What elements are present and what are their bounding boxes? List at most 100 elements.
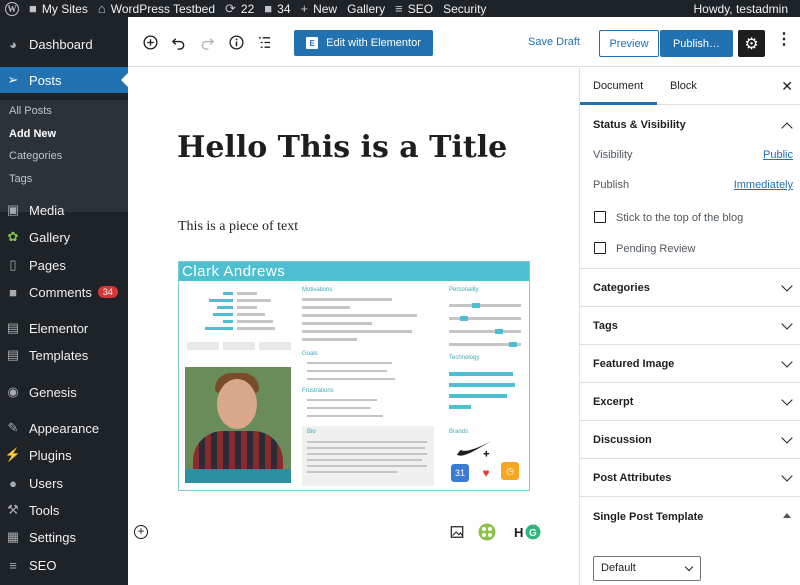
- add-block-inline-icon[interactable]: +: [134, 525, 148, 539]
- chevron-down-icon[interactable]: [781, 318, 793, 330]
- settings-button[interactable]: ⚙: [738, 30, 765, 57]
- seo-menu[interactable]: ≡ SEO: [395, 0, 433, 17]
- sidebar-item-label: Elementor: [29, 320, 89, 336]
- chevron-down-icon[interactable]: [781, 356, 793, 368]
- bio-box: Bio: [302, 426, 434, 486]
- media-icon: ▣: [6, 202, 20, 217]
- sidebar-item-seo[interactable]: ≡ SEO: [0, 552, 128, 578]
- paragraph-block[interactable]: This is a piece of text: [178, 219, 298, 235]
- submenu-categories[interactable]: Categories: [9, 150, 62, 162]
- account-menu[interactable]: Howdy, testadmin: [694, 0, 788, 17]
- seo-label: SEO: [407, 1, 434, 16]
- chevron-down-icon[interactable]: [781, 470, 793, 482]
- sidebar-item-settings[interactable]: ▦ Settings: [0, 524, 128, 550]
- security-label: Security: [443, 1, 487, 16]
- template-select[interactable]: Default: [593, 556, 701, 581]
- info-icon[interactable]: [227, 33, 245, 51]
- excerpt-section[interactable]: Excerpt: [580, 383, 800, 421]
- featured-image-section[interactable]: Featured Image: [580, 345, 800, 383]
- site-name-menu[interactable]: ⌂ WordPress Testbed: [98, 0, 215, 17]
- single-post-template-section[interactable]: Single Post Template: [580, 497, 800, 539]
- timer-logo-icon: ◷: [501, 462, 519, 480]
- persona-name: Clark Andrews: [179, 262, 529, 281]
- home-icon: ⌂: [97, 1, 106, 16]
- sidebar-item-label: Genesis: [29, 384, 77, 400]
- status-visibility-toggle[interactable]: Status & Visibility: [593, 119, 686, 131]
- sidebar-item-appearance[interactable]: ✎ Appearance: [0, 415, 128, 441]
- image-block-icon[interactable]: [448, 523, 466, 541]
- close-icon[interactable]: ✕: [781, 78, 793, 95]
- sidebar-item-plugins[interactable]: ⚡ Plugins: [0, 442, 128, 468]
- sidebar-item-label: Plugins: [29, 447, 72, 463]
- edit-with-elementor-button[interactable]: E Edit with Elementor: [294, 30, 433, 56]
- comments-menu[interactable]: ■ 34: [264, 0, 290, 17]
- gallery-menu[interactable]: Gallery: [347, 0, 385, 17]
- publish-button[interactable]: Publish…: [660, 30, 733, 57]
- updates-menu[interactable]: ⟳ 22: [225, 0, 254, 17]
- more-options-icon[interactable]: ⋮: [776, 32, 792, 48]
- pin-icon: ➢: [7, 72, 19, 87]
- pending-review-checkbox[interactable]: [594, 242, 606, 254]
- sidebar-item-templates[interactable]: ▤ Templates: [0, 342, 128, 368]
- settings-icon: ▦: [6, 529, 20, 544]
- stick-to-top-checkbox[interactable]: [594, 211, 606, 223]
- preview-button[interactable]: Preview: [599, 30, 659, 57]
- undo-icon[interactable]: [169, 33, 187, 51]
- hg-block-icon[interactable]: HG: [514, 523, 542, 541]
- sidebar-item-genesis[interactable]: ◉ Genesis: [0, 379, 128, 405]
- publish-date-link[interactable]: Immediately: [734, 179, 793, 191]
- new-content-menu[interactable]: + New: [301, 0, 338, 17]
- redo-icon[interactable]: [198, 33, 216, 51]
- post-attributes-section[interactable]: Post Attributes: [580, 459, 800, 497]
- chevron-down-icon[interactable]: [781, 394, 793, 406]
- sidebar-item-dashboard[interactable]: ◕ Dashboard: [0, 31, 128, 57]
- sidebar-item-users[interactable]: ● Users: [0, 470, 128, 496]
- triangle-up-icon[interactable]: [783, 513, 791, 518]
- add-block-icon[interactable]: [141, 33, 159, 51]
- section-motivations: Motivations: [302, 287, 333, 293]
- sidebar-item-posts[interactable]: ➢ Posts: [0, 67, 128, 93]
- updates-count: 22: [240, 1, 255, 16]
- tab-block[interactable]: Block: [670, 80, 697, 92]
- sidebar-item-media[interactable]: ▣ Media: [0, 197, 128, 223]
- submenu-all-posts[interactable]: All Posts: [9, 105, 52, 117]
- persona-photo: [185, 367, 291, 483]
- persona-image-block[interactable]: Clark Andrews Motivations Goals Frustrat…: [178, 261, 530, 491]
- chevron-down-icon[interactable]: [781, 432, 793, 444]
- new-label: New: [313, 1, 338, 16]
- panel-tabs: Document Block ✕: [580, 68, 800, 105]
- visibility-link[interactable]: Public: [763, 149, 793, 161]
- sidebar-item-tools[interactable]: ⚒ Tools: [0, 497, 128, 523]
- sidebar-item-pages[interactable]: ▯ Pages: [0, 252, 128, 278]
- chevron-down-icon[interactable]: [781, 280, 793, 292]
- chevron-up-icon[interactable]: [781, 122, 793, 134]
- wp-logo-menu[interactable]: W: [5, 0, 19, 17]
- gallery-block-icon[interactable]: [478, 523, 496, 541]
- editor-canvas: Hello This is a Title This is a piece of…: [128, 68, 579, 585]
- wordpress-logo-icon: W: [5, 1, 19, 16]
- sidebar-item-elementor[interactable]: ▤ Elementor: [0, 315, 128, 341]
- seo-icon: ≡: [395, 1, 403, 16]
- sidebar-item-label: SEO: [29, 557, 57, 573]
- submenu-tags[interactable]: Tags: [9, 173, 32, 185]
- site-name-label: WordPress Testbed: [110, 1, 216, 16]
- sidebar-item-label: Templates: [29, 347, 89, 363]
- user-icon: ●: [9, 475, 17, 491]
- seo-icon: ≡: [9, 557, 17, 573]
- sidebar-item-comments[interactable]: ■ Comments 34: [0, 279, 128, 305]
- submenu-add-new[interactable]: Add New: [9, 128, 56, 140]
- categories-title: Categories: [593, 282, 650, 294]
- save-draft-button[interactable]: Save Draft: [528, 36, 580, 48]
- sidebar-item-gallery[interactable]: ✿ Gallery: [0, 224, 128, 250]
- my-sites-menu[interactable]: ■ My Sites: [29, 0, 88, 17]
- tags-title: Tags: [593, 320, 618, 332]
- discussion-section[interactable]: Discussion: [580, 421, 800, 459]
- list-view-icon[interactable]: [255, 33, 273, 51]
- sidebar-item-label: Dashboard: [29, 36, 93, 52]
- post-title[interactable]: Hello This is a Title: [177, 130, 507, 165]
- categories-section[interactable]: Categories: [580, 269, 800, 307]
- tags-section[interactable]: Tags: [580, 307, 800, 345]
- calendar-logo-icon: 31: [451, 464, 469, 482]
- security-menu[interactable]: Security: [443, 0, 486, 17]
- tab-document[interactable]: Document: [593, 80, 643, 92]
